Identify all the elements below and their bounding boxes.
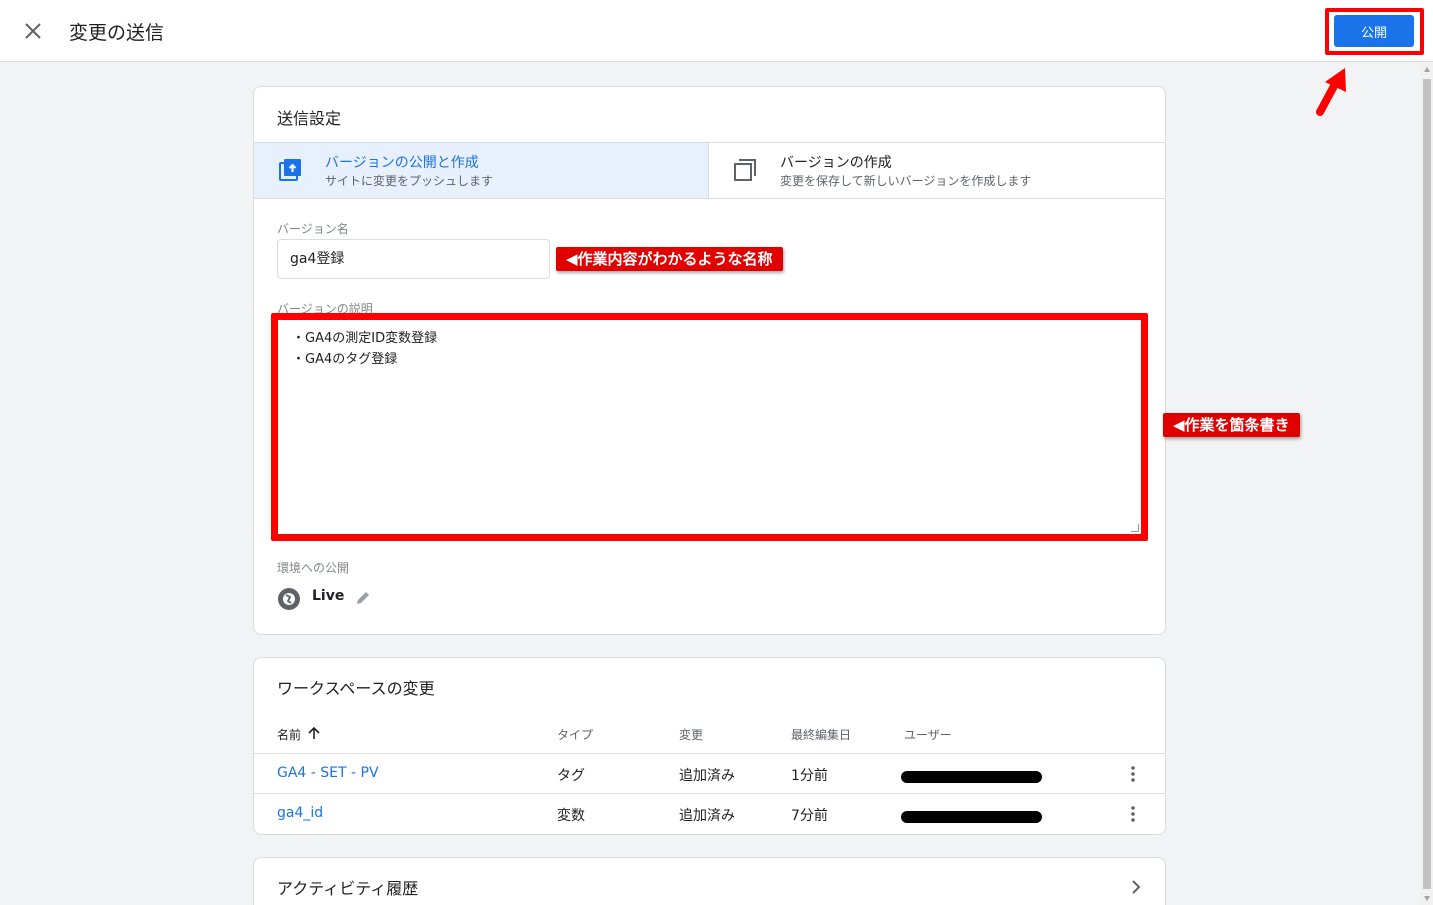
column-header-type: タイプ — [557, 728, 594, 742]
globe-icon — [278, 588, 300, 610]
submission-options: バージョンの公開と作成 サイトに変更をプッシュします バージョンの作成 変更を保… — [254, 142, 1165, 199]
scroll-up-arrow-icon[interactable] — [1424, 67, 1430, 72]
description-callout: ◀作業を箇条書き — [1163, 413, 1300, 437]
activity-history-card[interactable]: アクティビティ履歴 — [253, 857, 1166, 905]
item-change: 追加済み — [679, 808, 735, 824]
column-header-user: ユーザー — [904, 728, 952, 742]
publish-button[interactable]: 公開 — [1334, 15, 1414, 47]
red-arrow-annotation — [1316, 68, 1346, 116]
option-create-version[interactable]: バージョンの作成 変更を保存して新しいバージョンを作成します — [709, 143, 1165, 198]
column-header-name[interactable]: 名前 — [277, 726, 301, 743]
item-last-edited: 7分前 — [791, 808, 828, 824]
environment-label: 環境への公開 — [277, 561, 350, 575]
scrollbar[interactable] — [1421, 63, 1433, 905]
redacted-user — [901, 771, 1042, 783]
option-publish-and-create[interactable]: バージョンの公開と作成 サイトに変更をプッシュします — [254, 143, 709, 198]
item-name-link[interactable]: ga4_id — [277, 805, 323, 821]
edit-pencil-icon[interactable] — [355, 590, 371, 606]
resize-grip-icon[interactable] — [1131, 524, 1139, 532]
option-title: バージョンの作成 — [780, 155, 892, 171]
item-change: 追加済み — [679, 768, 735, 784]
workspace-title: ワークスペースの変更 — [277, 679, 435, 698]
version-name-callout: ◀作業内容がわかるような名称 — [556, 247, 783, 271]
more-vert-icon[interactable] — [1128, 805, 1138, 823]
activity-title: アクティビティ履歴 — [277, 879, 419, 898]
workspace-changes-card: ワークスペースの変更 名前 タイプ 変更 最終編集日 ユーザー GA4 - SE… — [253, 657, 1166, 835]
environment-name: Live — [312, 588, 345, 604]
publish-icon — [279, 159, 301, 181]
copy-icon — [734, 159, 756, 181]
scroll-down-arrow-icon[interactable] — [1424, 896, 1430, 901]
option-subtitle: サイトに変更をプッシュします — [325, 174, 494, 188]
item-type: タグ — [557, 768, 585, 784]
top-bar: 変更の送信 — [0, 0, 1433, 62]
submission-settings-card: 送信設定 バージョンの公開と作成 サイトに変更をプッシュします バージョンの作成… — [253, 86, 1166, 635]
settings-title: 送信設定 — [277, 109, 342, 128]
page-title: 変更の送信 — [69, 22, 165, 44]
table-row: GA4 - SET - PV タグ 追加済み 1分前 — [254, 753, 1165, 793]
redacted-user — [901, 811, 1042, 823]
item-last-edited: 1分前 — [791, 768, 828, 784]
item-type: 変数 — [557, 808, 585, 824]
version-name-input[interactable]: ga4登録 — [277, 239, 550, 279]
column-header-change: 変更 — [679, 728, 704, 742]
option-title: バージョンの公開と作成 — [325, 155, 479, 171]
column-header-last-edited: 最終編集日 — [791, 728, 852, 742]
sort-arrow-up-icon[interactable] — [307, 726, 321, 740]
description-highlight-box: ・GA4の測定ID変数登録 ・GA4のタグ登録 — [271, 313, 1148, 541]
more-vert-icon[interactable] — [1128, 765, 1138, 783]
version-description-textarea[interactable]: ・GA4の測定ID変数登録 ・GA4のタグ登録 — [278, 320, 1141, 534]
version-name-label: バージョン名 — [277, 222, 349, 236]
scrollbar-thumb[interactable] — [1423, 79, 1431, 889]
option-subtitle: 変更を保存して新しいバージョンを作成します — [780, 174, 1032, 188]
chevron-right-icon[interactable] — [1130, 880, 1142, 894]
item-name-link[interactable]: GA4 - SET - PV — [277, 765, 379, 781]
close-icon[interactable] — [22, 20, 44, 42]
table-row: ga4_id 変数 追加済み 7分前 — [254, 793, 1165, 833]
